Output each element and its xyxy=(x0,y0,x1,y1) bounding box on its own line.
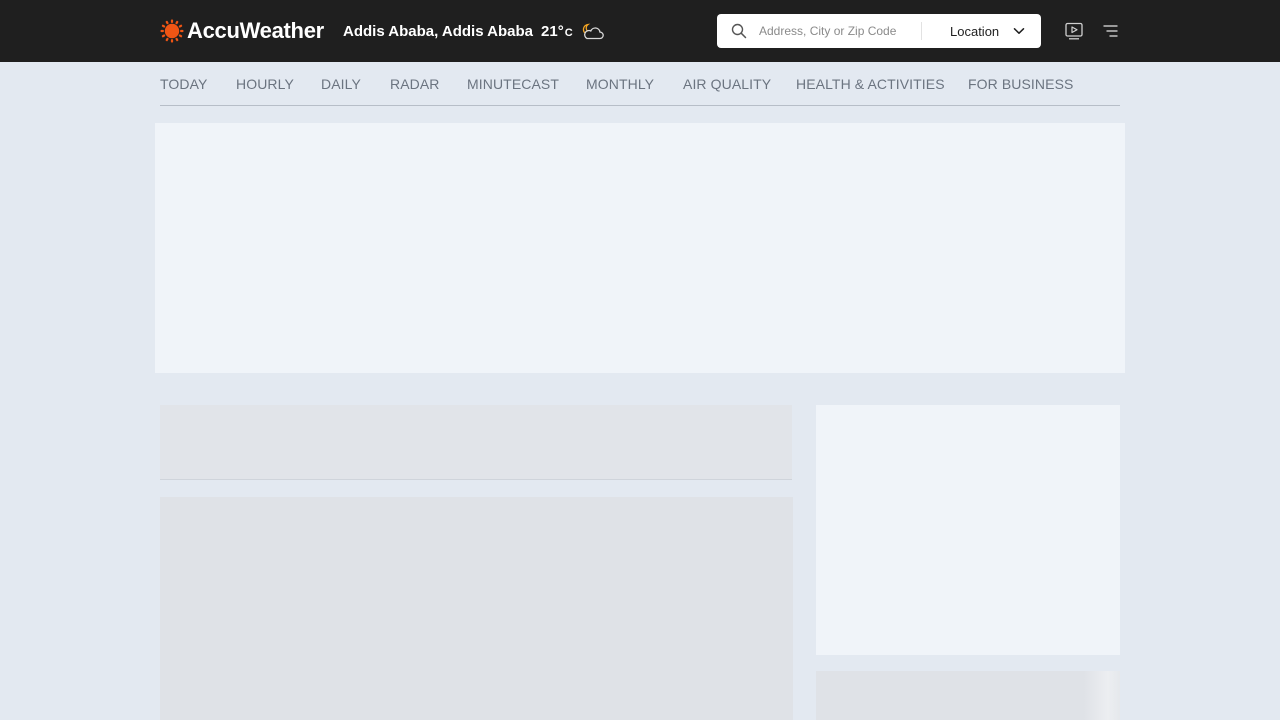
chevron-down-icon xyxy=(1013,28,1025,34)
video-icon[interactable] xyxy=(1065,22,1083,40)
content-placeholder-header xyxy=(160,405,792,480)
forecast-subnav: TODAY HOURLY DAILY RADAR MINUTECAST MONT… xyxy=(160,62,1120,106)
location-name: Addis Ababa, Addis Ababa xyxy=(343,22,534,40)
brand-name: AccuWeather xyxy=(187,18,324,43)
sun-logo-icon xyxy=(160,19,184,43)
temperature-unit: C xyxy=(564,27,573,39)
location-dropdown-button[interactable]: Location xyxy=(939,14,1039,48)
accuweather-logo[interactable]: AccuWeather xyxy=(160,17,324,45)
current-location-weather[interactable]: Addis Ababa, Addis Ababa 21° C xyxy=(343,18,605,44)
subnav-item-hourly[interactable]: HOURLY xyxy=(236,76,294,92)
subnav-item-minutecast[interactable]: MINUTECAST xyxy=(467,76,559,92)
search-input[interactable] xyxy=(759,21,919,41)
subnav-item-radar[interactable]: RADAR xyxy=(390,76,440,92)
menu-icon[interactable] xyxy=(1103,24,1118,38)
search-icon[interactable] xyxy=(731,23,747,39)
location-button-label: Location xyxy=(950,23,1000,39)
content-placeholder-main xyxy=(160,497,793,720)
side-ad-placeholder xyxy=(816,405,1120,655)
subnav-item-health-activities[interactable]: HEALTH & ACTIVITIES xyxy=(796,76,945,92)
top-ad-placeholder xyxy=(155,123,1125,373)
top-bar: AccuWeather Addis Ababa, Addis Ababa 21°… xyxy=(0,0,1280,62)
subnav-item-monthly[interactable]: MONTHLY xyxy=(586,76,654,92)
side-content-placeholder xyxy=(816,671,1120,720)
partly-cloudy-night-icon xyxy=(582,23,604,40)
subnav-item-today[interactable]: TODAY xyxy=(160,76,207,92)
search-divider xyxy=(921,22,922,40)
subnav-item-air-quality[interactable]: AIR QUALITY xyxy=(683,76,771,92)
subnav-item-for-business[interactable]: FOR BUSINESS xyxy=(968,76,1073,92)
search-box: Location xyxy=(717,14,1041,48)
subnav-item-daily[interactable]: DAILY xyxy=(321,76,361,92)
current-temperature: 21° xyxy=(541,22,564,40)
